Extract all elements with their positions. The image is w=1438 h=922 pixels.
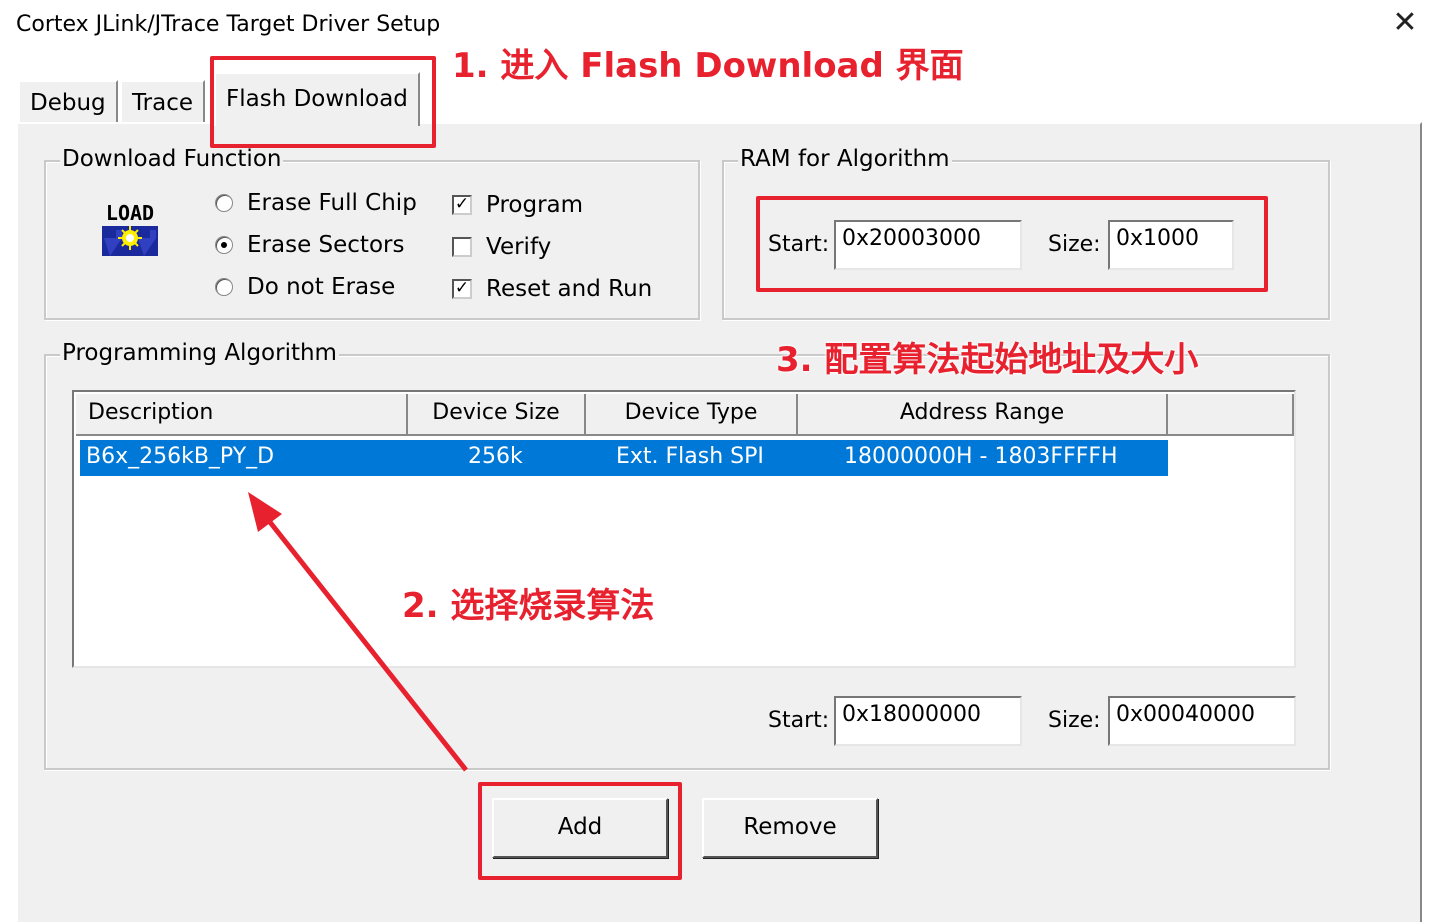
tab-flash-download-label: Flash Download [226,86,408,112]
red-arrow-icon [248,492,468,772]
annotation-step3: 3. 配置算法起始地址及大小 [776,340,1199,380]
tab-flash-download[interactable]: Flash Download [214,72,420,126]
annotation-step2: 2. 选择烧录算法 [402,586,655,626]
annotation-step1: 1. 进入 Flash Download 界面 [452,46,964,86]
